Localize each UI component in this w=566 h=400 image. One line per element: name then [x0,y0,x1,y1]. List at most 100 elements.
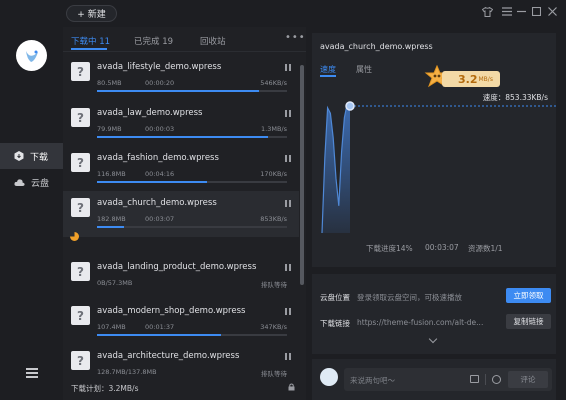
divider [485,374,486,385]
comment-input[interactable]: 来说两句吧～ 评论 [344,368,552,391]
new-task-button[interactable]: + 新建 [66,5,117,22]
download-plan-text: 下载计划：3.2MB/s [71,384,139,393]
pause-icon[interactable] [285,155,291,162]
shirt-icon[interactable] [481,6,494,20]
file-unknown-icon: ? [71,153,90,172]
progress-fill [97,226,124,228]
pause-icon[interactable] [285,353,291,360]
file-size: 128.7MB/137.8MB [97,368,157,376]
cloud-location-label: 云盘位置 [320,293,350,302]
list-tabs: 下载中 11 已完成 19 回收站 ••• [63,27,306,51]
speed-chart [321,101,556,234]
pause-icon[interactable] [285,200,291,207]
file-size: 79.9MB [97,125,122,133]
progress-fill [97,90,259,92]
avatar [320,368,338,386]
remaining-time: 00:00:20 [145,79,175,87]
speed-badge: 3.2 MB/s [422,65,502,93]
remaining-time: 00:04:16 [145,170,175,178]
pause-icon[interactable] [285,264,291,271]
tab-completed[interactable]: 已完成 19 [134,35,173,47]
hamburger-menu-icon[interactable] [26,368,38,378]
maximize-icon[interactable] [531,6,542,19]
task-status-pie-icon [70,232,79,241]
tab-trash[interactable]: 回收站 [200,35,226,47]
chevron-down-icon[interactable] [428,334,438,344]
progress-bar [97,181,287,183]
file-unknown-icon: ? [71,262,90,281]
nav-item-cloud[interactable]: 云盘 [0,169,63,195]
file-size: 107.4MB [97,323,126,331]
pause-icon[interactable] [285,64,291,71]
lock-icon[interactable] [288,383,295,391]
file-unknown-icon: ? [71,108,90,127]
minimize-icon[interactable] [517,7,526,19]
list-item[interactable]: ? avada_landing_product_demo.wpress 0B/5… [63,255,299,301]
file-size: 182.8MB [97,215,126,223]
file-size: 0B/57.3MB [97,279,133,287]
file-unknown-icon: ? [71,62,90,81]
list-scrollbar[interactable] [300,65,304,285]
download-speed: 546KB/s [260,79,287,87]
more-icon[interactable]: ••• [285,32,306,43]
progress-fill [97,181,208,183]
left-nav: 下载 云盘 [0,0,63,400]
comment-placeholder: 来说两句吧～ [350,376,395,385]
file-name: avada_modern_shop_demo.wpress [97,306,246,316]
tab-properties[interactable]: 属性 [356,64,372,75]
speed-badge-value: 3.2 [458,72,478,86]
list-item[interactable]: ? avada_lifestyle_demo.wpress 80.5MB 00:… [63,55,299,101]
list-item[interactable]: ? avada_law_demo.wpress 79.9MB 00:00:03 … [63,101,299,147]
download-progress-text: 下载进度14% [366,244,413,253]
emoji-icon[interactable] [492,375,501,384]
queue-status: 排队等待 [261,281,287,289]
file-unknown-icon: ? [71,198,90,217]
app-logo [16,40,47,71]
file-size: 80.5MB [97,79,122,87]
current-speed-label: 速度：853.33KB/s [482,93,548,102]
copy-link-button[interactable]: 复制链接 [506,314,551,329]
tab-speed[interactable]: 速度 [320,64,336,75]
cloud-location-text: 登录领取云盘空间，可极速播放 [357,293,462,302]
list-item-selected[interactable]: ? avada_church_demo.wpress 182.8MB 00:03… [63,191,299,237]
cloud-info-panel: 云盘位置 登录领取云盘空间，可极速播放 立即领取 下载链接 https://th… [312,274,556,354]
image-icon[interactable] [470,375,479,383]
progress-bar [97,334,287,336]
file-name: avada_church_demo.wpress [97,198,217,208]
claim-now-button[interactable]: 立即领取 [506,288,551,303]
file-name: avada_law_demo.wpress [97,108,203,118]
nav-item-download[interactable]: 下载 [0,143,63,169]
detail-title: avada_church_demo.wpress [320,42,433,51]
queue-status: 排队等待 [261,370,287,378]
pause-icon[interactable] [285,308,291,315]
menu-icon[interactable] [502,7,512,19]
resource-count-text: 资源数1/1 [468,244,503,253]
download-list-panel: 下载中 11 已完成 19 回收站 ••• ? avada_lifestyle_… [63,27,306,400]
download-speed: 347KB/s [260,323,287,331]
download-speed: 1.3MB/s [261,125,287,133]
close-icon[interactable] [548,7,557,19]
file-name: avada_architecture_demo.wpress [97,351,240,361]
comment-bar: 来说两句吧～ 评论 [312,359,556,400]
list-item[interactable]: ? avada_fashion_demo.wpress 116.8MB 00:0… [63,146,299,192]
download-speed: 853KB/s [260,215,287,223]
active-detail-tab-indicator [320,75,336,77]
progress-fill [97,136,268,138]
download-icon [14,151,24,161]
list-item[interactable]: ? avada_modern_shop_demo.wpress 107.4MB … [63,299,299,345]
progress-fill [97,334,221,336]
file-unknown-icon: ? [71,351,90,370]
comment-submit-button[interactable]: 评论 [508,371,548,388]
cloud-icon [14,178,25,186]
remaining-time: 00:00:03 [145,125,175,133]
speed-badge-unit: MB/s [478,75,493,83]
file-name: avada_lifestyle_demo.wpress [97,62,222,72]
pause-icon[interactable] [285,110,291,117]
download-link-text[interactable]: https://theme-fusion.com/alt-de... [357,318,483,327]
detail-panel: avada_church_demo.wpress 速度 属性 3.2MB/s [312,33,556,267]
file-name: avada_fashion_demo.wpress [97,153,219,163]
tab-downloading[interactable]: 下载中 11 [71,35,110,47]
remaining-time: 00:01:37 [145,323,175,331]
download-link-label: 下载链接 [320,319,350,328]
download-speed: 170KB/s [260,170,287,178]
